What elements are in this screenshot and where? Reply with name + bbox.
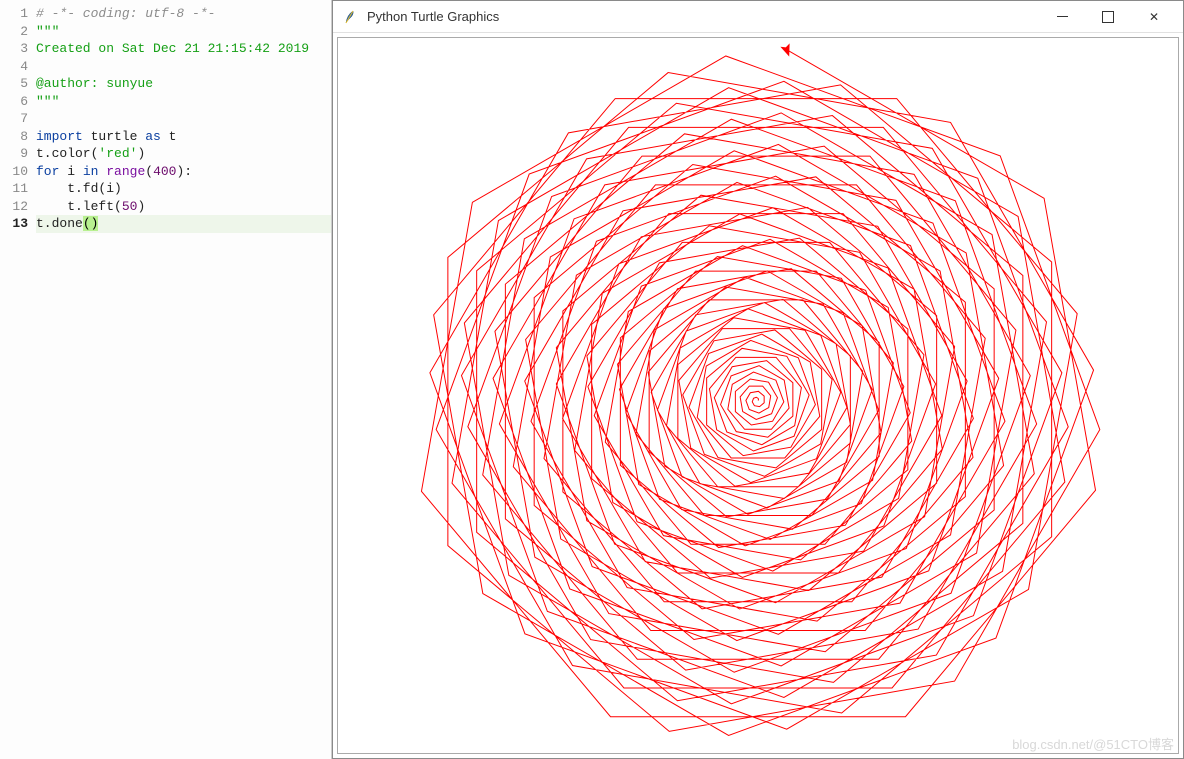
line-number: 12 [0,198,28,216]
window-titlebar[interactable]: Python Turtle Graphics [333,1,1183,33]
line-number: 11 [0,180,28,198]
code-line[interactable]: # -*- coding: utf-8 -*- [36,5,331,23]
code-line[interactable]: import turtle as t [36,128,331,146]
code-line[interactable]: @author: sunyue [36,75,331,93]
code-area[interactable]: # -*- coding: utf-8 -*-"""Created on Sat… [32,0,331,759]
code-line[interactable]: """ [36,23,331,41]
line-number: 13 [0,215,28,233]
code-editor-panel: 12345678910111213 # -*- coding: utf-8 -*… [0,0,332,759]
code-line[interactable]: t.color('red') [36,145,331,163]
line-number: 8 [0,128,28,146]
code-line[interactable] [36,58,331,76]
line-number: 2 [0,23,28,41]
code-line[interactable]: """ [36,93,331,111]
code-line[interactable]: for i in range(400): [36,163,331,181]
code-line[interactable]: t.left(50) [36,198,331,216]
close-button[interactable] [1131,3,1177,31]
python-feather-icon [343,9,359,25]
line-number: 5 [0,75,28,93]
line-number-gutter: 12345678910111213 [0,0,32,759]
turtle-spiral-path [421,50,1099,736]
turtle-cursor-icon [782,45,793,57]
code-line[interactable] [36,110,331,128]
line-number: 4 [0,58,28,76]
code-line[interactable]: Created on Sat Dec 21 21:15:42 2019 [36,40,331,58]
window-title: Python Turtle Graphics [367,9,1039,24]
turtle-graphics-window: Python Turtle Graphics [332,0,1184,759]
line-number: 3 [0,40,28,58]
line-number: 9 [0,145,28,163]
turtle-svg [338,38,1178,753]
line-number: 7 [0,110,28,128]
code-line[interactable]: t.done() [36,215,331,233]
code-line[interactable]: t.fd(i) [36,180,331,198]
line-number: 1 [0,5,28,23]
maximize-button[interactable] [1085,3,1131,31]
line-number: 6 [0,93,28,111]
line-number: 10 [0,163,28,181]
window-controls [1039,3,1177,31]
turtle-canvas [337,37,1179,754]
minimize-button[interactable] [1039,3,1085,31]
